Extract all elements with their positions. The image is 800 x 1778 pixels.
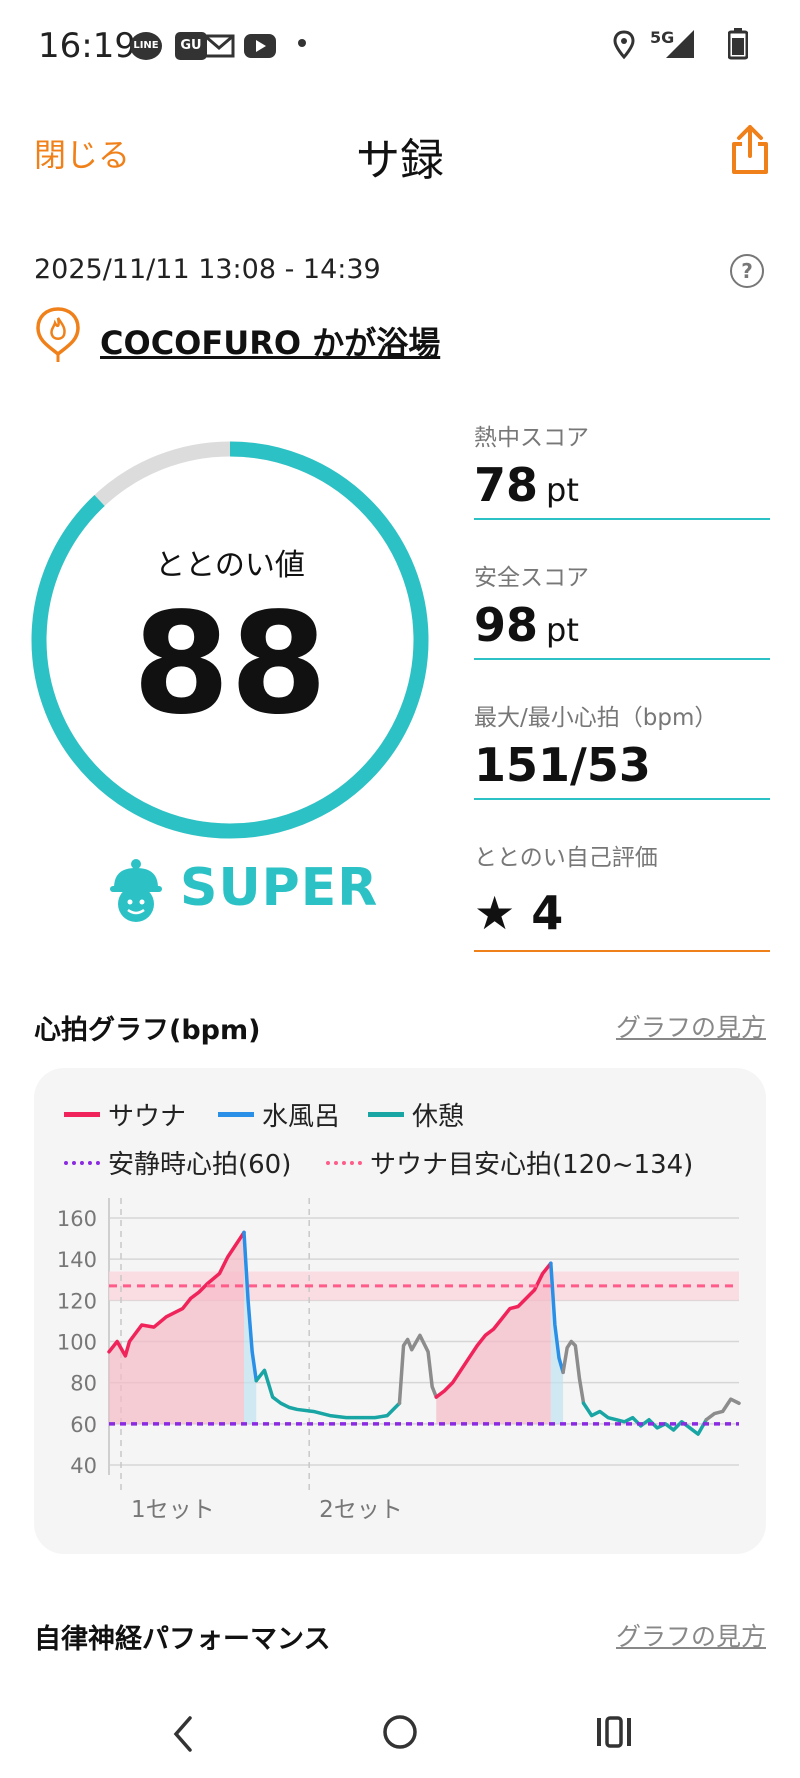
metric-unit: pt bbox=[546, 611, 579, 649]
metric-value: 151/53 bbox=[474, 738, 651, 792]
help-icon[interactable]: ? bbox=[730, 254, 764, 288]
series-line bbox=[581, 1401, 709, 1436]
line-app-icon: LINE bbox=[130, 32, 162, 60]
metric-label: 熱中スコア bbox=[474, 425, 589, 451]
legend-target-hr: サウナ目安心拍(120~134) bbox=[326, 1144, 693, 1181]
legend-rest: 休憩 bbox=[368, 1096, 464, 1133]
session-datetime: 2025/11/11 13:08 - 14:39 bbox=[34, 254, 381, 285]
y-tick-label: 80 bbox=[70, 1372, 97, 1396]
divider bbox=[474, 658, 770, 660]
series-line bbox=[397, 1333, 439, 1405]
graph-help-link[interactable]: グラフの見方 bbox=[600, 1008, 766, 1044]
score-label: ととのい値 bbox=[155, 548, 305, 583]
status-time: 16:19 bbox=[38, 26, 136, 66]
section-title: 自律神経パフォーマンス bbox=[34, 1624, 331, 1655]
more-notifications-dot bbox=[298, 39, 306, 47]
series-line bbox=[561, 1339, 586, 1405]
youtube-icon bbox=[244, 32, 276, 64]
series-line bbox=[254, 1368, 402, 1420]
mail-icon bbox=[203, 32, 235, 64]
section-title: 心拍グラフ(bpm) bbox=[34, 1015, 261, 1046]
heat-score: 熱中スコア 78 pt bbox=[474, 418, 770, 520]
mascot-icon bbox=[106, 858, 166, 928]
y-tick-label: 40 bbox=[70, 1454, 97, 1478]
graph-help-link[interactable]: グラフの見方 bbox=[600, 1617, 766, 1653]
y-tick-label: 120 bbox=[57, 1289, 97, 1313]
legend-label: 安静時心拍(60) bbox=[108, 1150, 292, 1180]
share-icon[interactable] bbox=[730, 124, 770, 180]
self-rating[interactable]: ととのい自己評価 ★ 4 bbox=[474, 838, 770, 952]
metric-value: ★ 4 bbox=[474, 886, 564, 940]
legend-label: 水風呂 bbox=[262, 1102, 341, 1132]
y-tick-label: 140 bbox=[57, 1248, 97, 1272]
sauna-pin-icon bbox=[34, 306, 82, 370]
legend-sauna: サウナ bbox=[64, 1096, 186, 1133]
legend-label: 休憩 bbox=[412, 1102, 465, 1132]
location-icon bbox=[612, 30, 636, 64]
legend-cold-bath: 水風呂 bbox=[218, 1096, 340, 1133]
nav-bar bbox=[0, 1680, 800, 1778]
divider bbox=[474, 950, 770, 952]
recents-icon[interactable] bbox=[594, 1714, 634, 1754]
y-tick-label: 160 bbox=[57, 1207, 97, 1231]
battery-icon bbox=[727, 28, 749, 64]
metric-unit: pt bbox=[546, 471, 579, 509]
status-bar: 16:19 LINE GU 5G bbox=[0, 0, 800, 90]
heart-rate-range: 最大/最小心拍（bpm） 151/53 bbox=[474, 698, 770, 800]
signal-icon bbox=[660, 28, 696, 64]
y-tick-label: 60 bbox=[70, 1413, 97, 1437]
metric-label: ととのい自己評価 bbox=[474, 845, 658, 871]
metric-label: 安全スコア bbox=[474, 565, 589, 591]
legend-resting-hr: 安静時心拍(60) bbox=[64, 1144, 291, 1181]
score-value: 88 bbox=[132, 583, 328, 746]
y-tick-label: 100 bbox=[57, 1331, 97, 1355]
divider bbox=[474, 798, 770, 800]
page-title: サ録 bbox=[356, 135, 444, 186]
legend-label: サウナ bbox=[108, 1102, 187, 1132]
back-icon[interactable] bbox=[168, 1714, 198, 1758]
legend-label: サウナ目安心拍(120~134) bbox=[370, 1150, 694, 1180]
series-line bbox=[704, 1397, 741, 1422]
home-icon[interactable] bbox=[382, 1714, 418, 1754]
heart-rate-chart: 160 140 120 100 80 60 40 1セット 2セット bbox=[57, 1198, 741, 1523]
divider bbox=[474, 518, 770, 520]
safety-score: 安全スコア 98 pt bbox=[474, 558, 770, 660]
metric-label: 最大/最小心拍（bpm） bbox=[474, 705, 718, 731]
metric-value: 78 bbox=[474, 458, 539, 512]
rank-label: SUPER bbox=[180, 858, 379, 918]
facility-link[interactable]: COCOFURO かが浴場 bbox=[100, 318, 440, 364]
set-marker-label: 1セット bbox=[131, 1497, 215, 1523]
set-marker-label: 2セット bbox=[319, 1497, 403, 1523]
metric-value: 98 bbox=[474, 598, 539, 652]
